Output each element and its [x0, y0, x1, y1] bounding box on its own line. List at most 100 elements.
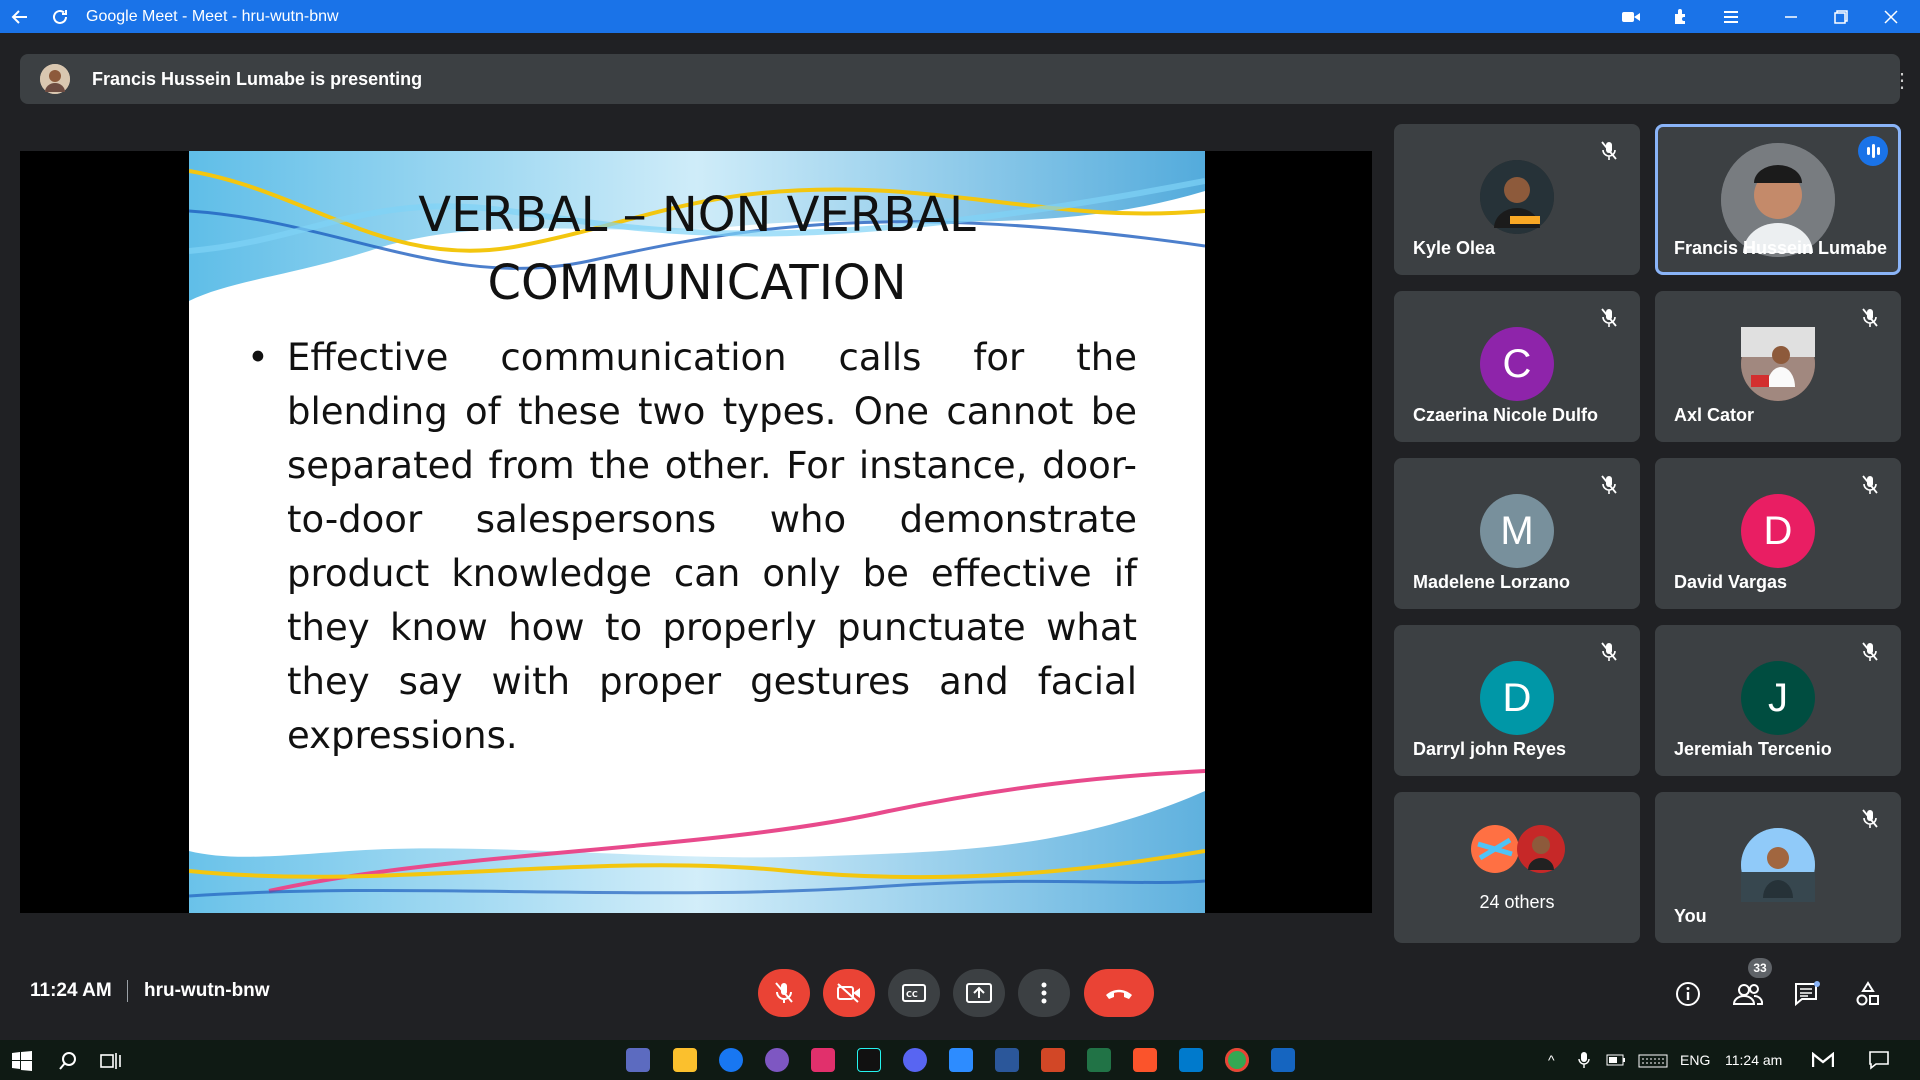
participant-tile[interactable]: D David Vargas: [1655, 458, 1901, 609]
participant-tile[interactable]: M Madelene Lorzano: [1394, 458, 1640, 609]
close-icon[interactable]: [1866, 0, 1916, 33]
tray-chevron-icon[interactable]: ^: [1548, 1052, 1555, 1068]
zoom-icon[interactable]: [949, 1048, 973, 1072]
facebook-icon[interactable]: [719, 1048, 743, 1072]
vscode-icon[interactable]: [1179, 1048, 1203, 1072]
task-view-icon[interactable]: [100, 1051, 122, 1071]
slide-title: VERBAL – NON VERBAL COMMUNICATION: [189, 181, 1205, 317]
mic-off-icon: [1596, 138, 1622, 164]
system-clock[interactable]: 11:24 am: [1725, 1052, 1782, 1068]
participant-avatar: C: [1480, 327, 1554, 401]
participant-name: David Vargas: [1674, 572, 1788, 592]
chat-button[interactable]: [1790, 976, 1826, 1012]
input-language[interactable]: ENG: [1680, 1052, 1710, 1068]
presenting-text: Francis Hussein Lumabe is presenting: [92, 68, 423, 89]
mic-off-icon: [1596, 472, 1622, 498]
tiktok-icon[interactable]: [857, 1048, 881, 1072]
participant-name: Francis Hussein Lumabe: [1674, 238, 1888, 258]
participant-name: Axl Cator: [1674, 405, 1755, 425]
participant-avatar: D: [1741, 494, 1815, 568]
tray-mic-icon[interactable]: [1578, 1051, 1590, 1069]
participant-tile[interactable]: C Czaerina Nicole Dulfo: [1394, 291, 1640, 442]
excel-icon[interactable]: [1087, 1048, 1111, 1072]
activities-button[interactable]: [1850, 976, 1886, 1012]
divider: [127, 980, 128, 1002]
others-count-label: 24 others: [1479, 892, 1555, 912]
gmail-tray-icon[interactable]: [1812, 1052, 1834, 1068]
meeting-details-button[interactable]: [1670, 976, 1706, 1012]
mic-off-icon: [1596, 639, 1622, 665]
speaking-indicator-icon: [1858, 136, 1888, 166]
banner-more-icon[interactable]: ⋮: [1892, 68, 1912, 93]
discord-icon[interactable]: [903, 1048, 927, 1072]
participant-name: Kyle Olea: [1413, 238, 1496, 258]
more-options-button[interactable]: [1018, 969, 1070, 1017]
participant-tile-active[interactable]: Francis Hussein Lumabe: [1655, 124, 1901, 275]
participant-tile[interactable]: Axl Cator: [1655, 291, 1901, 442]
self-name: You: [1674, 906, 1707, 926]
present-screen-icon: [966, 983, 992, 1003]
keyboard-icon[interactable]: [1638, 1054, 1668, 1068]
window-title: Google Meet - Meet - hru-wutn-bnw: [86, 7, 339, 25]
self-avatar: [1741, 828, 1815, 902]
restore-icon[interactable]: [1816, 0, 1866, 33]
hang-up-icon: [1106, 989, 1132, 999]
participant-avatar: [1480, 160, 1554, 234]
camera-icon[interactable]: [1606, 0, 1656, 33]
photos-icon[interactable]: [1271, 1048, 1295, 1072]
mic-off-icon: [775, 982, 793, 1003]
captions-button[interactable]: CC: [888, 969, 940, 1017]
slide-title-line1: VERBAL – NON VERBAL: [418, 187, 976, 243]
search-icon[interactable]: [58, 1051, 78, 1071]
file-explorer-icon[interactable]: [673, 1048, 697, 1072]
slide-body: • Effective communication calls for the …: [247, 331, 1137, 763]
mic-toggle-button[interactable]: [758, 969, 810, 1017]
mic-off-icon: [1857, 472, 1883, 498]
people-button[interactable]: [1730, 976, 1766, 1012]
presenter-avatar: [40, 64, 70, 94]
slide-body-text: Effective communication calls for the bl…: [287, 336, 1137, 757]
participant-avatar: M: [1480, 494, 1554, 568]
people-count-badge: 33: [1748, 958, 1772, 978]
participant-avatar: [1741, 327, 1815, 401]
camera-off-icon: [837, 983, 860, 1003]
self-tile[interactable]: You: [1655, 792, 1901, 943]
participant-tile[interactable]: D Darryl john Reyes: [1394, 625, 1640, 776]
activities-icon: [1856, 981, 1879, 1006]
present-button[interactable]: [953, 969, 1005, 1017]
back-icon[interactable]: [0, 0, 40, 33]
brave-icon[interactable]: [1133, 1048, 1157, 1072]
others-tile[interactable]: 24 others: [1394, 792, 1640, 943]
participant-name: Jeremiah Tercenio: [1674, 739, 1832, 759]
messenger-icon[interactable]: [765, 1048, 789, 1072]
meeting-code: hru-wutn-bnw: [144, 980, 270, 1001]
presentation-stage: VERBAL – NON VERBAL COMMUNICATION • Effe…: [20, 151, 1372, 913]
word-icon[interactable]: [995, 1048, 1019, 1072]
participant-name: Madelene Lorzano: [1413, 572, 1571, 592]
closed-captions-icon: CC: [902, 984, 926, 1002]
battery-icon[interactable]: [1606, 1054, 1626, 1066]
menu-icon[interactable]: [1706, 0, 1756, 33]
participant-avatar: J: [1741, 661, 1815, 735]
meeting-time: 11:24 AM: [30, 980, 112, 1001]
leave-call-button[interactable]: [1084, 969, 1154, 1017]
chrome-icon[interactable]: [1225, 1048, 1249, 1072]
participant-tile[interactable]: Kyle Olea: [1394, 124, 1640, 275]
participant-avatar: D: [1480, 661, 1554, 735]
mic-off-icon: [1857, 639, 1883, 665]
taskbar-app-icon[interactable]: [626, 1048, 650, 1072]
reload-icon[interactable]: [40, 0, 80, 33]
powerpoint-icon[interactable]: [1041, 1048, 1065, 1072]
mic-off-icon: [1596, 305, 1622, 331]
participant-name: Darryl john Reyes: [1413, 739, 1567, 759]
windows-start-icon[interactable]: [12, 1051, 32, 1071]
camera-toggle-button[interactable]: [823, 969, 875, 1017]
more-vert-icon: [1041, 982, 1047, 1004]
mic-off-icon: [1857, 305, 1883, 331]
others-avatars: [1470, 824, 1566, 874]
extensions-icon[interactable]: [1656, 0, 1706, 33]
minimize-icon[interactable]: [1766, 0, 1816, 33]
participant-tile[interactable]: J Jeremiah Tercenio: [1655, 625, 1901, 776]
instagram-icon[interactable]: [811, 1048, 835, 1072]
notifications-icon[interactable]: [1868, 1050, 1890, 1070]
